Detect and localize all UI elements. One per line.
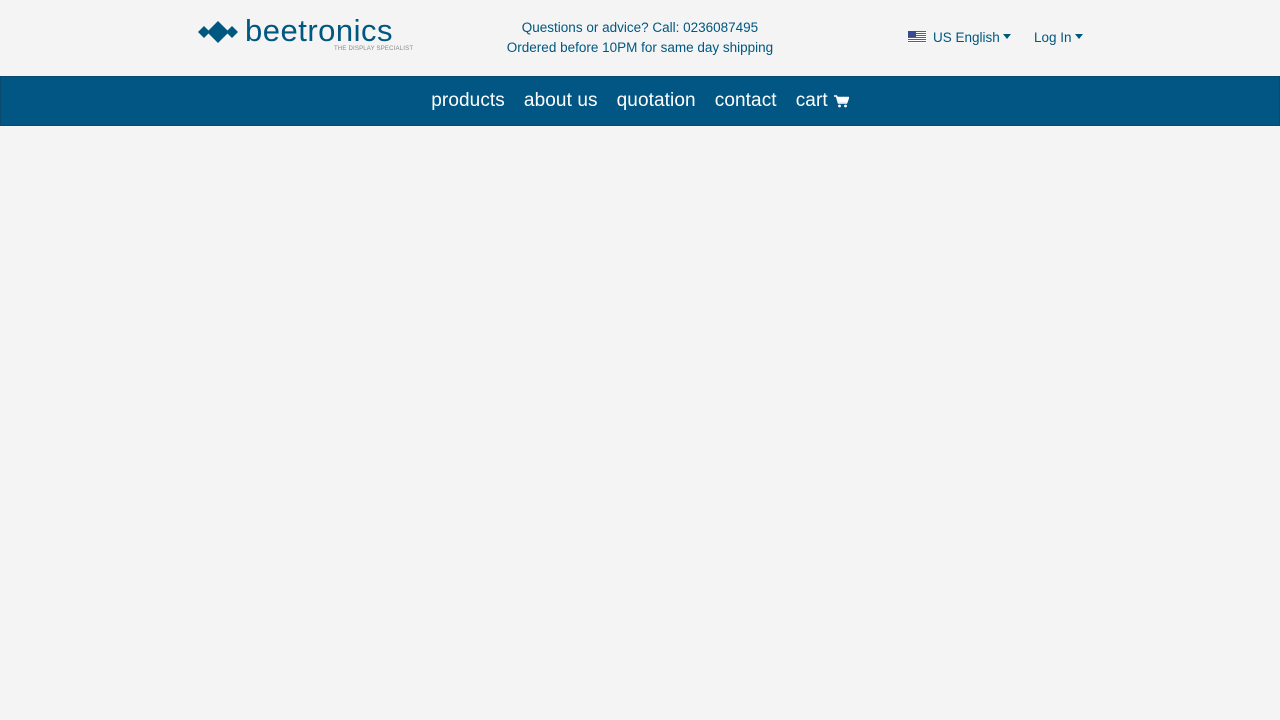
chevron-down-icon [1002,33,1011,39]
nav-products-label: products [431,90,505,111]
header: beetronics THE DISPLAY SPECIALIST Questi… [0,0,1280,76]
contact-phone-line: Questions or advice? Call: 0236087495 [521,20,759,35]
language-label: US English [933,29,1000,45]
main-navigation: products about us quotation contact cart [0,76,1280,126]
nav-contact-label: contact [714,90,777,111]
nav-products[interactable]: products [431,90,505,112]
login-dropdown[interactable]: Log In [1034,28,1083,46]
cart-icon [833,94,849,107]
language-selector[interactable]: US English [908,28,1011,46]
nav-quotation[interactable]: quotation [617,90,696,112]
logo-diamonds-icon [198,21,238,43]
shipping-notice: Ordered before 10PM for same day shippin… [506,40,774,55]
contact-info: Questions or advice? Call: 0236087495 Or… [460,18,820,58]
nav-about-us[interactable]: about us [524,90,598,112]
nav-about-us-label: about us [523,90,598,111]
chevron-down-icon [1074,33,1083,39]
us-flag-icon [908,31,926,43]
nav-quotation-label: quotation [616,90,696,111]
nav-contact[interactable]: contact [715,90,777,112]
brand-name: beetronics [245,13,394,48]
page-content [0,126,1280,720]
brand-tagline: THE DISPLAY SPECIALIST [334,46,414,52]
login-label: Log In [1034,29,1072,45]
nav-cart[interactable]: cart [796,90,849,112]
nav-cart-label: cart [795,90,828,111]
logo-link[interactable]: beetronics THE DISPLAY SPECIALIST [198,13,414,56]
